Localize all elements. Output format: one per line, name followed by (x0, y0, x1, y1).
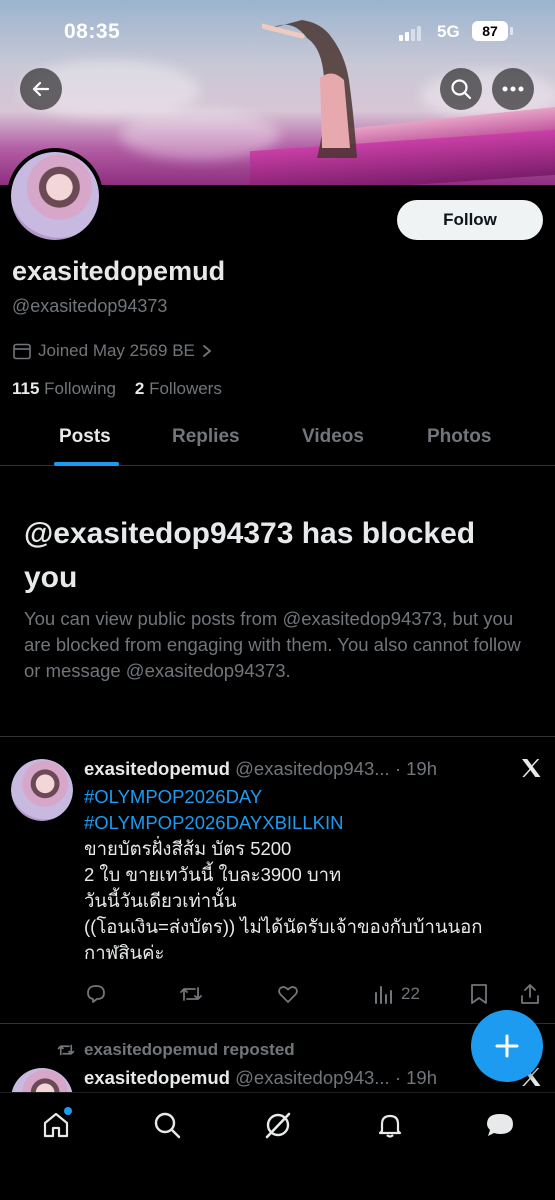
share-button[interactable] (519, 982, 541, 1006)
back-button[interactable] (20, 68, 62, 110)
tweet-line: 2 ใบ ขายเทวันนี้ ใบละ3900 บาท (84, 864, 342, 885)
nav-search[interactable] (149, 1107, 185, 1143)
tab-replies[interactable]: Replies (172, 426, 240, 448)
x-logo-icon (522, 759, 541, 777)
profile-display-name: exasitedopemud (12, 256, 226, 286)
following-label: Following (44, 379, 116, 398)
tweet-avatar[interactable] (11, 759, 73, 821)
battery-indicator: 87 (472, 21, 513, 41)
repost-icon (180, 987, 202, 1001)
tweet-text: #OLYMPOP2026DAY #OLYMPOP2026DAYXBILLKIN … (84, 784, 524, 966)
heart-icon (278, 986, 298, 1003)
network-type: 5G (437, 22, 460, 41)
notification-dot (64, 1107, 72, 1115)
grok-icon (265, 1112, 291, 1139)
calendar-icon (13, 343, 31, 360)
reply-button[interactable] (84, 982, 108, 1006)
profile-avatar[interactable] (7, 148, 103, 244)
active-tab-indicator (54, 462, 119, 466)
profile-tabs: Posts Replies Videos Photos (0, 412, 555, 466)
tweet-author-handle: @exasitedop943... (235, 758, 390, 779)
tab-videos[interactable]: Videos (302, 426, 364, 448)
avatar-image (11, 759, 73, 821)
search-button[interactable] (440, 68, 482, 110)
arrow-left-icon (32, 81, 50, 97)
profile-handle: @exasitedop94373 (12, 296, 168, 316)
views-count: 22 (401, 984, 420, 1003)
share-icon (521, 984, 539, 1004)
tweet-header: exasitedopemud @exasitedop943... · 19h (84, 758, 437, 780)
tweet-line: กาฬสินค่ะ (84, 942, 165, 963)
chat-bubble-icon (487, 1114, 513, 1136)
avatar-image (11, 1068, 73, 1092)
tweet-header: exasitedopemud @exasitedop943... · 19h (84, 1067, 437, 1089)
blocked-description: You can view public posts from @exasited… (24, 608, 521, 681)
bell-icon (378, 1114, 402, 1138)
status-time: 08:35 (64, 20, 121, 43)
repost-indicator: exasitedopemud reposted (56, 1040, 295, 1060)
bookmark-button[interactable] (469, 982, 489, 1006)
tab-posts[interactable]: Posts (59, 426, 111, 448)
followers-count: 2 (134, 379, 145, 398)
tweet-avatar[interactable] (11, 1068, 73, 1092)
joined-date[interactable]: Joined May 2569 BE (12, 341, 213, 361)
chevron-right-icon (202, 345, 212, 357)
tweet-line: ((โอนเงิน=ส่งบัตร)) ไม่ได้นัดรับเจ้าของก… (84, 916, 483, 937)
more-dots-icon (502, 86, 524, 92)
blocked-title: @exasitedop94373 has blocked you (24, 517, 476, 594)
nav-home[interactable] (38, 1107, 74, 1143)
plus-icon (495, 1034, 519, 1058)
following-count: 115 (12, 379, 40, 398)
hashtag-link[interactable]: #OLYMPOP2026DAYXBILLKIN (84, 810, 524, 836)
compose-button[interactable] (471, 1010, 543, 1082)
nav-messages[interactable] (482, 1107, 518, 1143)
follow-counts: 115 Following 2 Followers (12, 379, 222, 399)
repost-button[interactable] (178, 982, 204, 1006)
followers-label: Followers (149, 379, 222, 398)
tweet-divider (0, 1023, 555, 1024)
tab-photos[interactable]: Photos (427, 426, 491, 448)
views-button[interactable]: 22 (373, 982, 420, 1006)
reply-icon (87, 985, 105, 1003)
nav-grok[interactable] (260, 1107, 296, 1143)
repost-icon (57, 1044, 75, 1056)
bottom-navigation (0, 1092, 555, 1200)
following-link[interactable]: 115 Following (12, 379, 116, 398)
tweet-time: · 19h (394, 758, 438, 779)
followers-link[interactable]: 2 Followers (135, 379, 222, 398)
nav-notifications[interactable] (372, 1107, 408, 1143)
status-bar: 08:35 5G 87 (0, 18, 555, 48)
joined-text: Joined May 2569 BE (38, 341, 195, 360)
avatar-image (11, 152, 99, 240)
section-divider (0, 736, 555, 737)
like-button[interactable] (276, 982, 300, 1006)
tweet-author-handle: @exasitedop943... (235, 1067, 390, 1088)
tweet-time: · 19h (394, 1067, 438, 1088)
signal-icon (399, 26, 421, 41)
views-chart-icon (375, 986, 392, 1004)
more-options-button[interactable] (492, 68, 534, 110)
hashtag-link[interactable]: #OLYMPOP2026DAY (84, 784, 524, 810)
tweet-line: วันนี้วันเดียวเท่านั้น (84, 890, 237, 911)
repost-label[interactable]: exasitedopemud reposted (84, 1040, 295, 1060)
bookmark-icon (471, 984, 487, 1004)
search-icon (154, 1112, 181, 1139)
follow-button[interactable]: Follow (397, 200, 543, 240)
tweet-author-name[interactable]: exasitedopemud (84, 1067, 230, 1088)
tweet-line: ขายบัตรฝั่งสีส้ม บัตร 5200 (84, 838, 292, 859)
tweet-author-name[interactable]: exasitedopemud (84, 758, 230, 779)
search-icon (451, 79, 472, 100)
